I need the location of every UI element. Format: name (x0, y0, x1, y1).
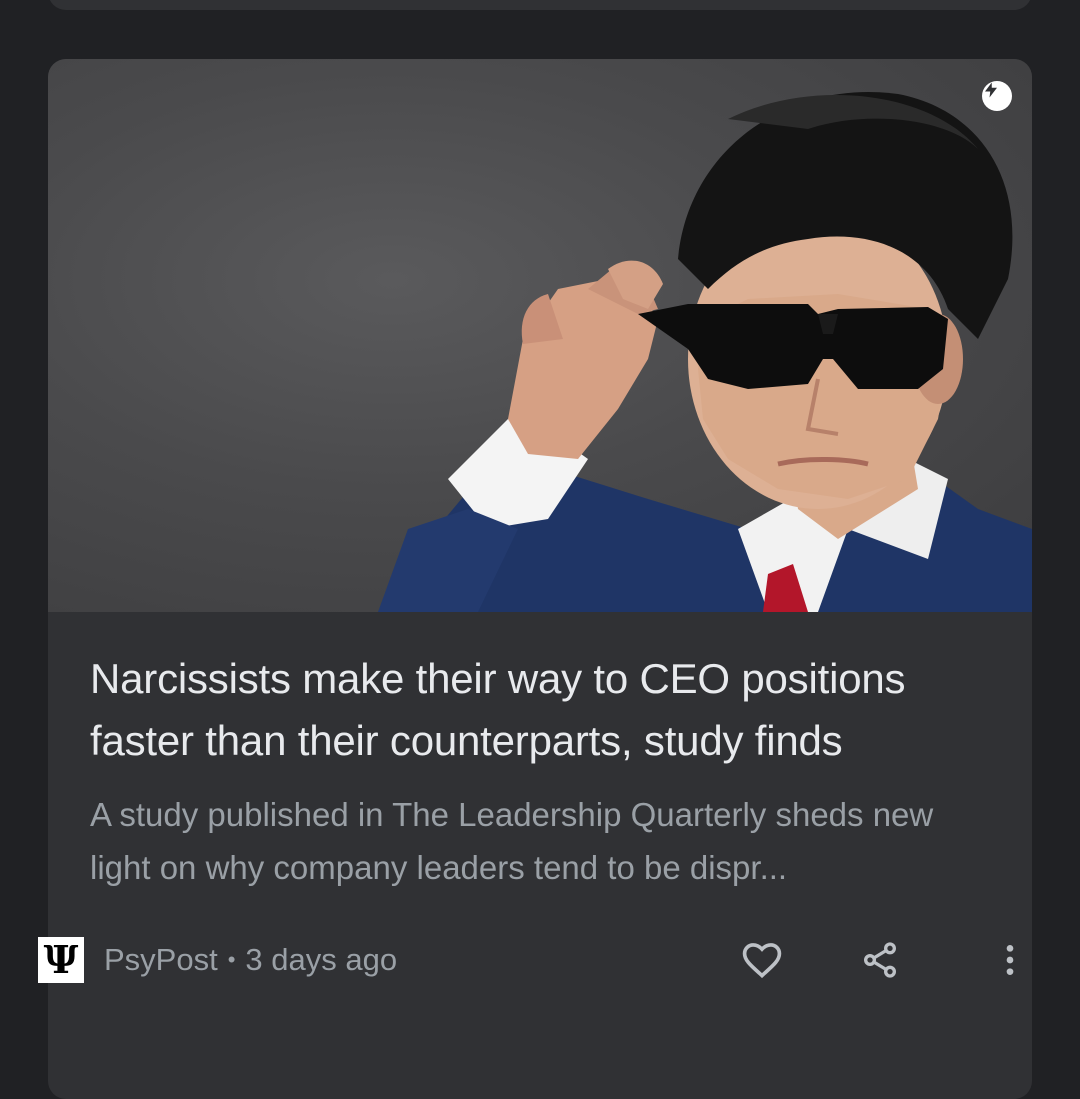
source-logo: Ψ (38, 937, 84, 983)
source-name[interactable]: PsyPost (104, 942, 218, 978)
more-vert-icon (1006, 945, 1014, 975)
article-headline[interactable]: Narcissists make their way to CEO positi… (90, 648, 990, 772)
previous-card[interactable] (48, 0, 1032, 10)
article-age: 3 days ago (245, 942, 398, 977)
share-icon (864, 942, 896, 978)
man-in-sunglasses-photo (378, 91, 1032, 612)
card-actions (732, 930, 1040, 990)
article-snippet: A study published in The Leadership Quar… (90, 796, 934, 886)
lightning-bolt-icon (982, 81, 1012, 111)
more-options-button[interactable] (980, 930, 1040, 990)
share-button[interactable] (850, 930, 910, 990)
heart-icon (742, 943, 782, 979)
article-footer: Ψ PsyPost • 3 days ago (38, 930, 1040, 990)
like-button[interactable] (732, 930, 792, 990)
article-image[interactable] (48, 59, 1032, 612)
separator-dot: • (227, 947, 236, 972)
